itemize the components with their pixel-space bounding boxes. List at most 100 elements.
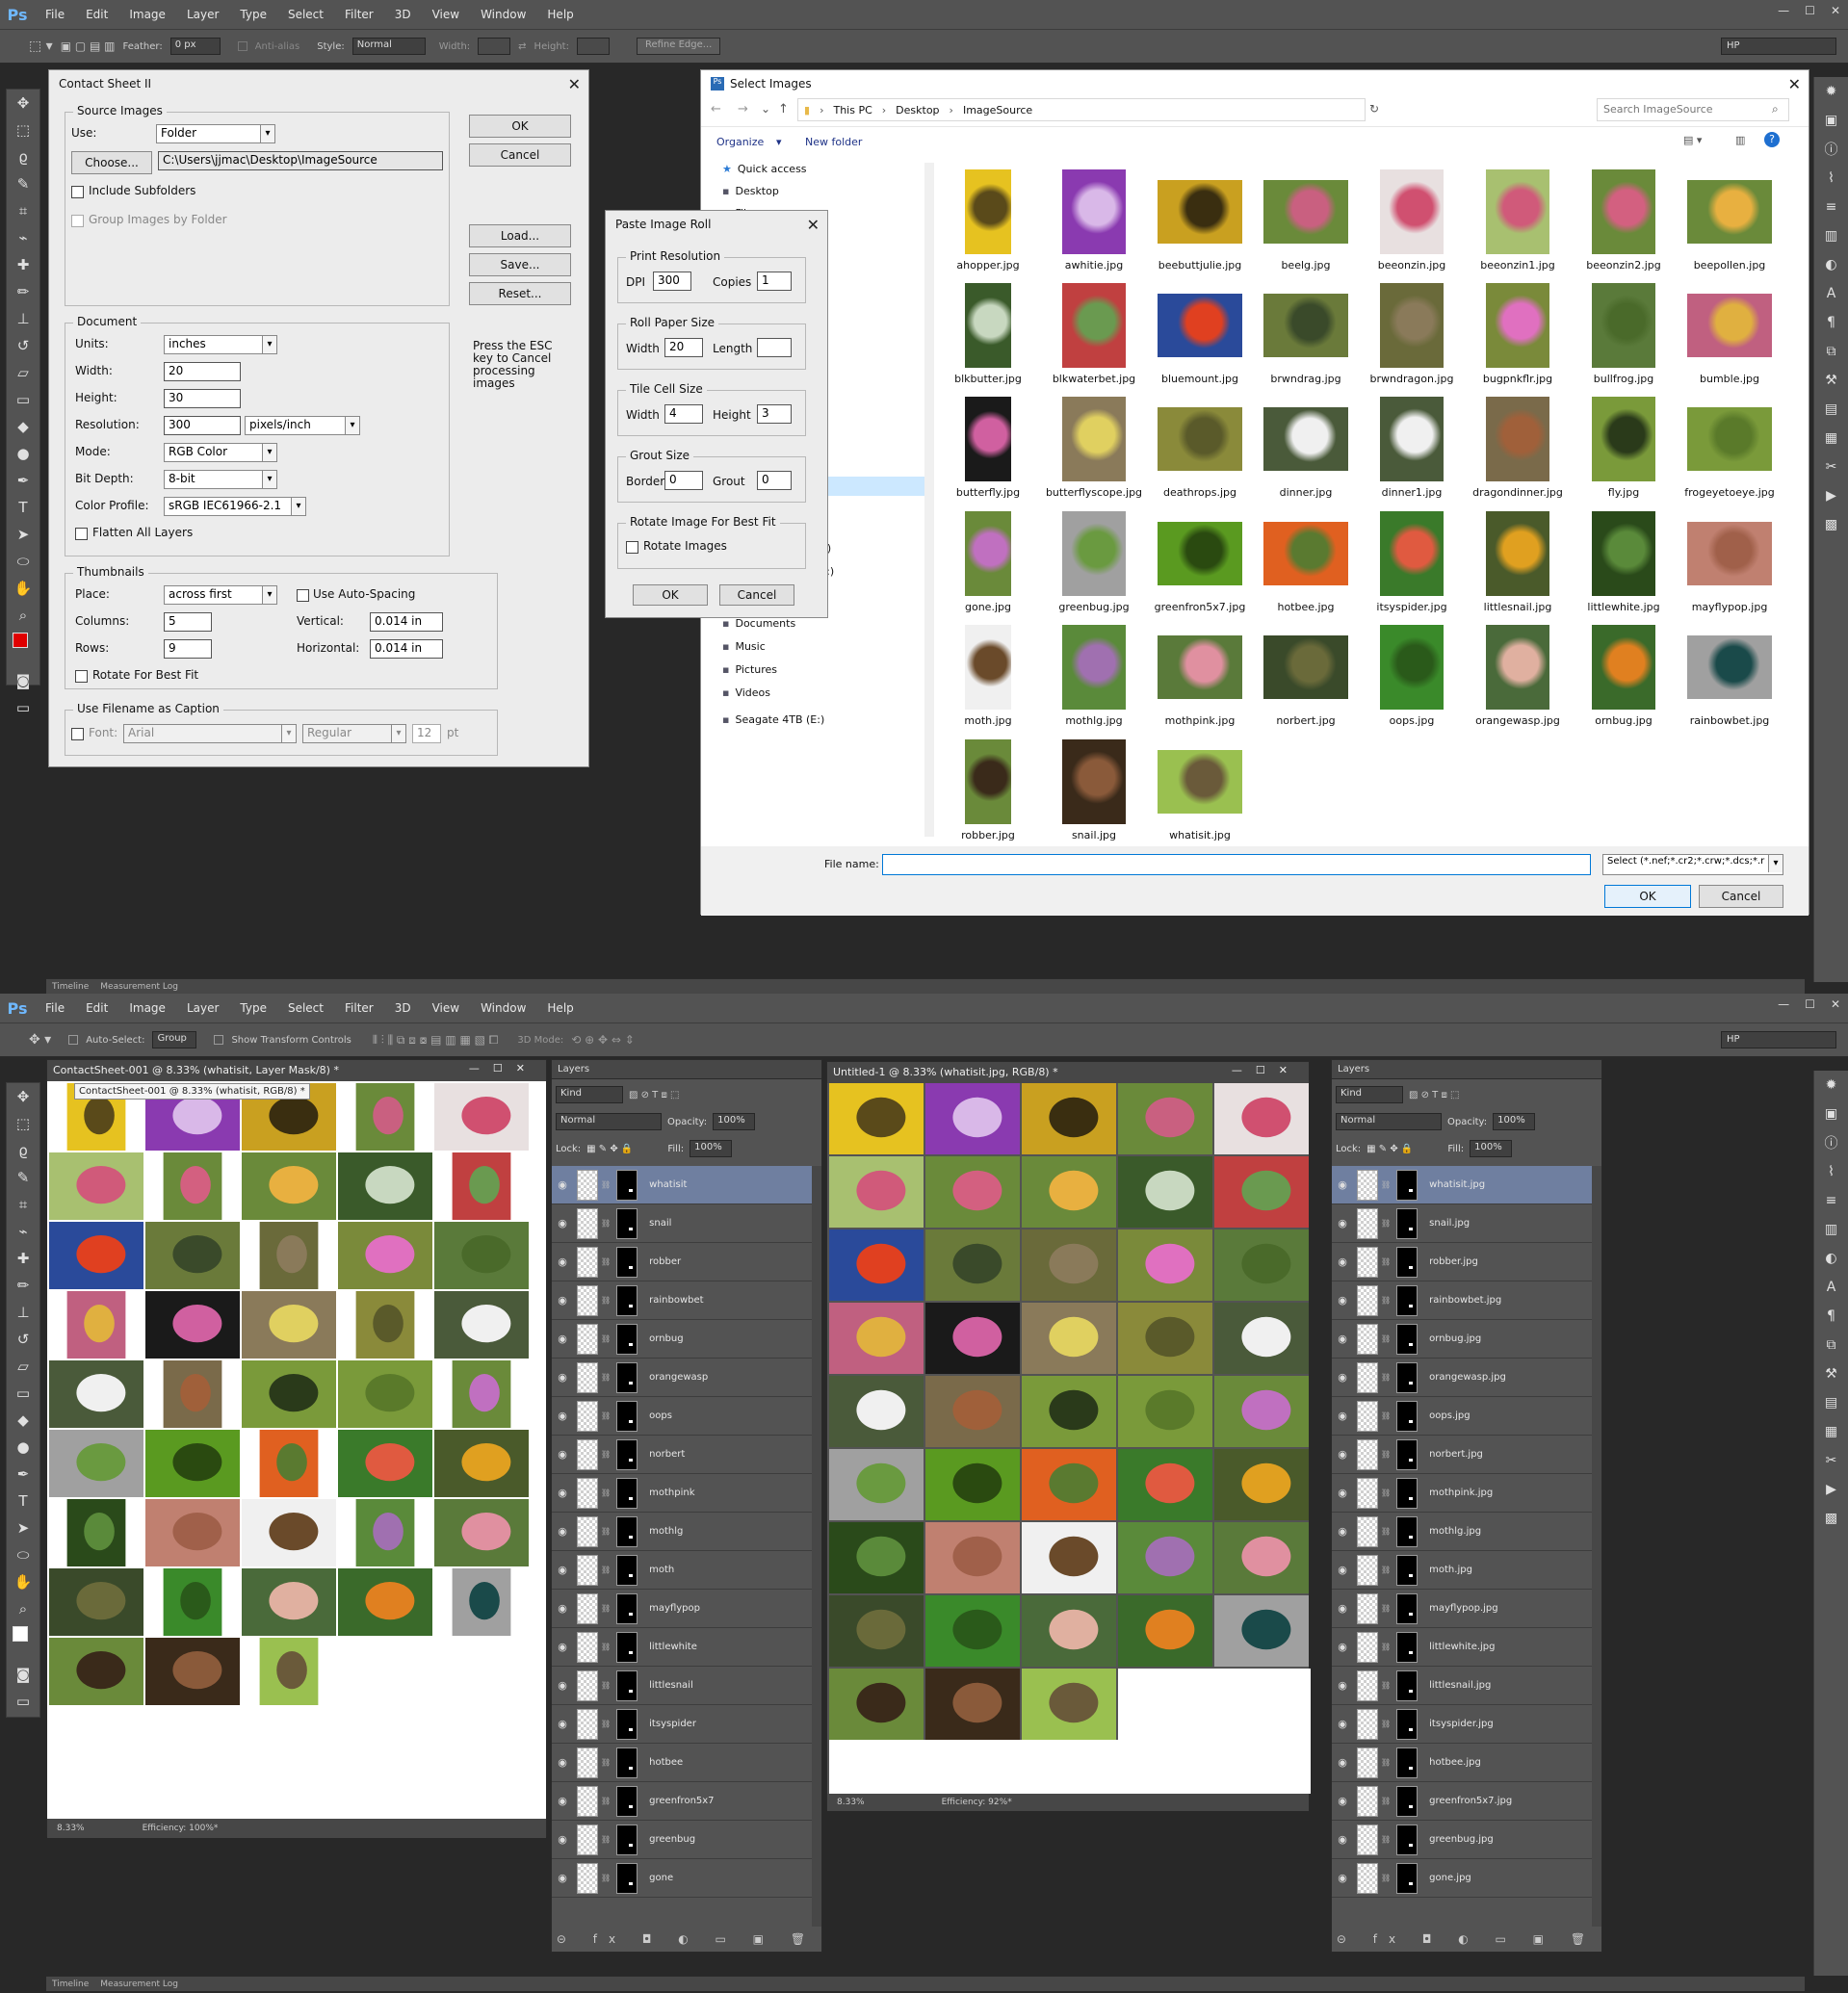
menu-select[interactable]: Select <box>277 1001 334 1015</box>
menu-filter[interactable]: Filter <box>334 8 384 21</box>
pen-tool-icon[interactable]: ✒ <box>7 467 39 494</box>
layer-row[interactable]: ◉ ⛓ mothpink <box>552 1474 812 1513</box>
foreground-color-swatch[interactable] <box>13 1626 28 1642</box>
eyedropper-icon[interactable]: ⌁ <box>7 224 39 251</box>
sheet-tile[interactable] <box>1022 1449 1116 1520</box>
menu-view[interactable]: View <box>422 8 470 21</box>
layer-row[interactable]: ◉ ⛓ greenfron5x7 <box>552 1782 812 1821</box>
help-icon[interactable]: ? <box>1764 132 1780 147</box>
quick-select-icon[interactable]: ✎ <box>7 1164 39 1191</box>
sheet-tile[interactable] <box>49 1568 143 1636</box>
link-icon[interactable]: ⛓ <box>601 1797 611 1805</box>
visibility-eye-icon[interactable]: ◉ <box>1332 1833 1353 1846</box>
layer-row[interactable]: ◉ ⛓ itsyspider.jpg <box>1332 1705 1592 1744</box>
layer-row[interactable]: ◉ ⛓ ornbug <box>552 1320 812 1359</box>
file-item[interactable]: oops.jpg <box>1360 624 1464 735</box>
layer-row[interactable]: ◉ ⛓ littlewhite.jpg <box>1332 1628 1592 1667</box>
zoom-level[interactable]: 8.33% <box>837 1798 865 1807</box>
vertical-input[interactable]: 0.014 in <box>370 612 443 632</box>
screen-mode-icon[interactable]: ▭ <box>7 1688 39 1715</box>
layer-row[interactable]: ◉ ⛓ oops.jpg <box>1332 1397 1592 1436</box>
layer-mask-thumbnail[interactable] <box>1396 1438 1419 1470</box>
layer-row[interactable]: ◉ ⛓ hotbee.jpg <box>1332 1744 1592 1782</box>
sheet-tile[interactable] <box>259 1638 319 1705</box>
file-item[interactable]: beeonzin2.jpg <box>1572 168 1676 279</box>
link-icon[interactable]: ⛓ <box>1381 1720 1391 1728</box>
hand-tool-icon[interactable]: ✋ <box>7 575 39 602</box>
brush-tool-icon[interactable]: ✏ <box>7 1272 39 1299</box>
link-icon[interactable]: ⛓ <box>1381 1797 1391 1805</box>
file-item[interactable]: bumble.jpg <box>1678 282 1782 393</box>
file-item[interactable]: frogeyetoeye.jpg <box>1678 396 1782 506</box>
styles-icon[interactable]: ▣ <box>1814 106 1848 135</box>
flatten-layers-checkbox[interactable] <box>75 528 88 540</box>
navigator-icon[interactable]: ◐ <box>1814 1244 1848 1273</box>
styles-icon[interactable]: ▣ <box>1814 1100 1848 1128</box>
file-item[interactable]: whatisit.jpg <box>1148 738 1252 849</box>
sheet-tile[interactable] <box>338 1152 432 1220</box>
height-input[interactable]: 30 <box>164 389 241 408</box>
feather-input[interactable]: 0 px <box>169 38 221 55</box>
layer-row[interactable]: ◉ ⛓ whatisit.jpg <box>1332 1166 1592 1204</box>
file-item[interactable]: norbert.jpg <box>1254 624 1358 735</box>
efficiency-readout[interactable]: Efficiency: 100%* <box>143 1824 219 1833</box>
font-select[interactable]: Arial <box>123 724 297 743</box>
color-profile-select[interactable]: sRGB IEC61966-2.1 <box>164 497 306 516</box>
file-item[interactable]: orangewasp.jpg <box>1466 624 1570 735</box>
link-icon[interactable]: ⛓ <box>1381 1566 1391 1574</box>
chevron-down-icon[interactable]: ⌄ <box>761 102 770 116</box>
sheet-tile[interactable] <box>163 1152 222 1220</box>
opacity-input[interactable]: 100% <box>713 1113 756 1130</box>
sheet-tile[interactable] <box>1118 1449 1212 1520</box>
layer-mask-thumbnail[interactable] <box>616 1438 638 1470</box>
visibility-eye-icon[interactable]: ◉ <box>552 1718 573 1730</box>
ok-button[interactable]: OK <box>469 115 571 138</box>
resolution-input[interactable]: 300 <box>164 416 241 435</box>
file-item[interactable]: mothlg.jpg <box>1042 624 1146 735</box>
visibility-eye-icon[interactable]: ◉ <box>552 1178 573 1191</box>
kind-filter-select[interactable]: Kind <box>556 1086 623 1103</box>
path-select-icon[interactable]: ➤ <box>7 1514 39 1541</box>
layer-mask-thumbnail[interactable] <box>1396 1747 1419 1778</box>
visibility-eye-icon[interactable]: ◉ <box>1332 1333 1353 1345</box>
sheet-tile[interactable] <box>1118 1303 1212 1374</box>
file-item[interactable]: dinner.jpg <box>1254 396 1358 506</box>
visibility-eye-icon[interactable]: ◉ <box>552 1756 573 1769</box>
sheet-tile[interactable] <box>1214 1595 1309 1667</box>
tool-presets-icon[interactable]: ⚒ <box>1814 1359 1848 1388</box>
history-brush-icon[interactable]: ↺ <box>7 1326 39 1353</box>
layer-mask-thumbnail[interactable] <box>616 1246 638 1278</box>
auto-spacing-checkbox[interactable] <box>297 589 309 602</box>
nav-item[interactable]: ★ Quick access <box>722 163 807 175</box>
units-select[interactable]: inches <box>164 335 277 354</box>
border-input[interactable]: 0 <box>664 471 703 490</box>
sheet-tile[interactable] <box>259 1430 319 1497</box>
swap-icon[interactable]: ⇄ <box>518 41 526 52</box>
clone-stamp-icon[interactable]: ⊥ <box>7 305 39 332</box>
gradient-icon[interactable]: ▭ <box>7 1380 39 1407</box>
transform-controls-checkbox[interactable] <box>214 1035 224 1045</box>
visibility-eye-icon[interactable]: ◉ <box>552 1602 573 1615</box>
layer-mask-thumbnail[interactable] <box>1396 1631 1419 1663</box>
move-tool-icon[interactable]: ✥ <box>7 1083 39 1110</box>
sheet-tile[interactable] <box>829 1595 924 1667</box>
file-item[interactable]: mothpink.jpg <box>1148 624 1252 735</box>
layer-row[interactable]: ◉ ⛓ greenbug.jpg <box>1332 1821 1592 1859</box>
channels-icon[interactable]: ▦ <box>1814 1417 1848 1446</box>
zoom-level[interactable]: 8.33% <box>57 1824 85 1833</box>
copies-input[interactable]: 1 <box>757 272 792 291</box>
shape-tool-icon[interactable]: ⬭ <box>7 548 39 575</box>
layer-mask-thumbnail[interactable] <box>616 1747 638 1778</box>
layer-mask-thumbnail[interactable] <box>1396 1246 1419 1278</box>
layer-mask-thumbnail[interactable] <box>616 1631 638 1663</box>
visibility-eye-icon[interactable]: ◉ <box>552 1525 573 1538</box>
link-icon[interactable]: ⛓ <box>1381 1296 1391 1305</box>
layer-mask-thumbnail[interactable] <box>616 1400 638 1432</box>
actions-icon[interactable]: ▶ <box>1814 1475 1848 1504</box>
layer-row[interactable]: ◉ ⛓ orangewasp.jpg <box>1332 1359 1592 1397</box>
layer-row[interactable]: ◉ ⛓ norbert <box>552 1436 812 1474</box>
link-icon[interactable]: ⛓ <box>1381 1527 1391 1536</box>
layers-icon[interactable]: ▤ <box>1814 1388 1848 1417</box>
link-icon[interactable]: ⛓ <box>1381 1758 1391 1767</box>
sheet-tile[interactable] <box>434 1499 529 1566</box>
